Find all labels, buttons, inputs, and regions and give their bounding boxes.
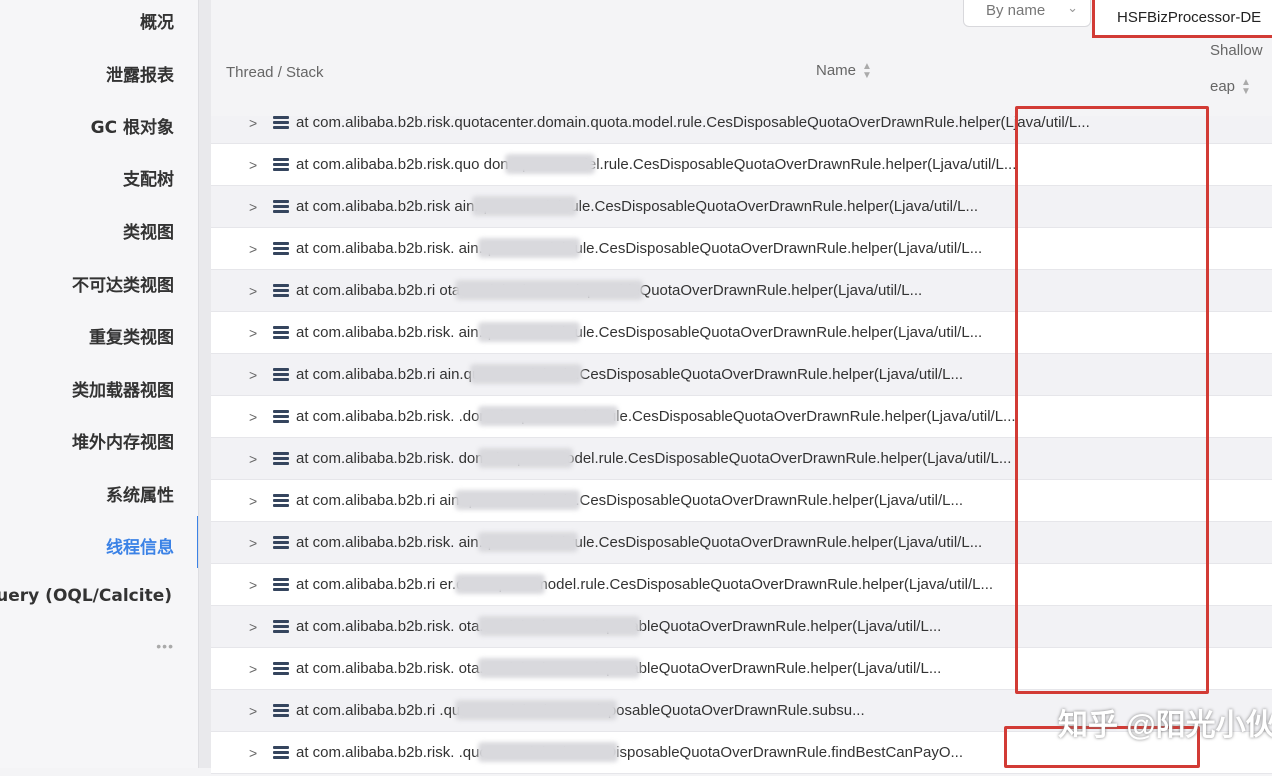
redacted-segment: [478, 238, 580, 258]
redacted-segment: [455, 700, 617, 720]
sidebar-item-gc-roots[interactable]: GC 根对象: [91, 113, 174, 138]
chevron-right-icon[interactable]: >: [249, 493, 257, 509]
thread-filter-value: HSFBizProcessor-DE: [1117, 9, 1262, 26]
stack-frame-icon: [273, 746, 289, 759]
sort-select-value: By name: [986, 2, 1046, 19]
stack-frame-icon: [273, 620, 289, 633]
redacted-segment: [478, 616, 640, 636]
redacted-segment: [478, 322, 580, 342]
column-header-heap[interactable]: eap ▲ ▼: [1210, 78, 1251, 97]
stack-frame-icon: [273, 242, 289, 255]
stack-frame-text: at com.alibaba.b2b.risk. ain.quota.model…: [296, 534, 983, 551]
stack-frame-text: at com.alibaba.b2b.risk. domain.quota.mo…: [296, 450, 1012, 467]
redacted-segment: [455, 574, 545, 594]
redacted-segment: [470, 364, 582, 384]
redacted-segment: [478, 448, 573, 468]
stack-frame-icon: [273, 368, 289, 381]
sidebar-item-classloader-view[interactable]: 类加载器视图: [72, 376, 174, 401]
chevron-right-icon[interactable]: >: [249, 619, 257, 635]
chevron-right-icon[interactable]: >: [249, 325, 257, 341]
sidebar-more-icon[interactable]: •••: [156, 638, 174, 654]
stack-frame-icon: [273, 116, 289, 129]
column-heap-label: eap: [1210, 78, 1236, 95]
stack-frame-icon: [273, 200, 289, 213]
watermark: 知乎 @阳光小伙: [1058, 709, 1272, 742]
chevron-right-icon[interactable]: >: [249, 199, 257, 215]
stack-frame-icon: [273, 452, 289, 465]
sidebar-item-system-properties[interactable]: 系统属性: [106, 481, 174, 506]
stack-frame-icon: [273, 536, 289, 549]
stack-frame-text: at com.alibaba.b2b.risk. ain.quota.model…: [296, 324, 983, 341]
sidebar-item-class-view[interactable]: 类视图: [123, 218, 174, 243]
sidebar-item-overview[interactable]: 概况: [140, 8, 174, 33]
stack-frame-icon: [273, 326, 289, 339]
chevron-right-icon[interactable]: >: [249, 577, 257, 593]
chevron-right-icon[interactable]: >: [249, 451, 257, 467]
chevron-right-icon[interactable]: >: [249, 409, 257, 425]
stack-frame-text: at com.alibaba.b2b.risk.quotacenter.doma…: [296, 116, 1090, 131]
sidebar-item-unreachable-class-view[interactable]: 不可达类视图: [72, 271, 174, 296]
stack-frame-icon: [273, 284, 289, 297]
sidebar-item-thread-info[interactable]: 线程信息: [106, 533, 174, 558]
sort-arrows-icon[interactable]: ▲ ▼: [862, 62, 872, 81]
redacted-segment: [472, 196, 577, 216]
redacted-segment: [455, 280, 643, 300]
sidebar-item-query[interactable]: Query (OQL/Calcite): [0, 586, 172, 606]
chevron-right-icon[interactable]: >: [249, 535, 257, 551]
redacted-segment: [455, 490, 580, 510]
chevron-right-icon[interactable]: >: [249, 367, 257, 383]
stack-frame-text: at com.alibaba.b2b.risk. ain.quota.model…: [296, 240, 983, 257]
chevron-right-icon[interactable]: >: [249, 283, 257, 299]
column-header-name[interactable]: Name ▲ ▼: [816, 62, 872, 81]
redacted-segment: [478, 532, 578, 552]
redacted-segment: [505, 154, 595, 174]
redacted-segment: [478, 742, 618, 762]
redacted-segment: [478, 406, 618, 426]
stack-frame-text: at com.alibaba.b2b.risk. .quota.model.ru…: [296, 744, 964, 761]
chevron-right-icon[interactable]: >: [249, 703, 257, 719]
chevron-right-icon[interactable]: >: [249, 116, 257, 131]
sort-arrows-icon[interactable]: ▲ ▼: [1241, 78, 1251, 97]
highlight-box-helper-methods: [1015, 106, 1209, 694]
stack-frame-icon: [273, 704, 289, 717]
chevron-right-icon[interactable]: >: [249, 157, 257, 173]
sidebar-item-dominator-tree[interactable]: 支配树: [123, 165, 174, 190]
column-header-thread-stack: Thread / Stack: [226, 64, 324, 81]
stack-frame-icon: [273, 578, 289, 591]
stack-frame-text: at com.alibaba.b2b.risk. .domain.quota.m…: [296, 408, 1016, 425]
chevron-right-icon[interactable]: >: [249, 745, 257, 761]
chevron-right-icon[interactable]: >: [249, 661, 257, 677]
sidebar: 概况 泄露报表 GC 根对象 支配树 类视图 不可达类视图 重复类视图 类加载器…: [0, 0, 198, 768]
chevron-right-icon[interactable]: >: [249, 241, 257, 257]
chevron-down-icon: ⌄: [1067, 0, 1078, 15]
thread-filter-input[interactable]: HSFBizProcessor-DE: [1092, 0, 1272, 38]
column-header-shallow: Shallow: [1210, 42, 1263, 59]
stack-frame-text: at com.alibaba.b2b.ri er.dom .quota.mode…: [296, 576, 994, 593]
stack-frame-icon: [273, 158, 289, 171]
stack-frame-text: at com.alibaba.b2b.ri ain.quota.model.ru…: [296, 492, 964, 509]
stack-frame-icon: [273, 662, 289, 675]
stack-frame-icon: [273, 494, 289, 507]
stack-frame-text: at com.alibaba.b2b.ri ain.quota.model.ru…: [296, 366, 964, 383]
sidebar-item-leak-report[interactable]: 泄露报表: [106, 61, 174, 86]
redacted-segment: [478, 658, 640, 678]
sort-select[interactable]: By name ⌄: [963, 0, 1091, 27]
stack-frame-text: at com.alibaba.b2b.risk ain.quota.model.…: [296, 198, 979, 215]
stack-frame-icon: [273, 410, 289, 423]
stack-frame-text: at com.alibaba.b2b.risk.quo don .quota.m…: [296, 156, 1017, 173]
sidebar-item-offheap-memory-view[interactable]: 堆外内存视图: [72, 428, 174, 453]
column-name-label: Name: [816, 62, 857, 79]
panel-divider[interactable]: [198, 0, 211, 768]
sidebar-item-duplicate-class-view[interactable]: 重复类视图: [89, 323, 174, 348]
